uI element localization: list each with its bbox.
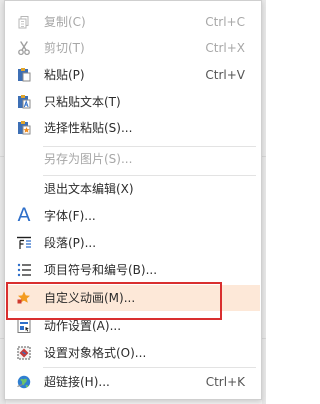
clipboard-paste-icon [16, 67, 32, 83]
menu-item-label: 另存为图片(S)... [44, 152, 133, 166]
menu-item-font[interactable]: A 字体(F)... [6, 203, 260, 229]
scissors-icon [16, 40, 32, 56]
format-object-icon [16, 345, 32, 361]
menu-item-label: 设置对象格式(O)... [44, 346, 147, 360]
menu-item-format-object[interactable]: 设置对象格式(O)... [6, 340, 260, 366]
hyperlink-globe-icon [16, 374, 32, 390]
menu-item-shortcut: Ctrl+X [205, 41, 245, 55]
menu-item-label: 字体(F)... [44, 209, 96, 223]
menu-item-custom-animation[interactable]: 自定义动画(M)... [6, 285, 260, 311]
menu-item-label: 退出文本编辑(X) [44, 182, 134, 196]
menu-item-label: 选择性粘贴(S)... [44, 121, 133, 135]
context-menu: 复制(C) Ctrl+C 剪切(T) Ctrl+X 粘贴(P) Ctrl+V 只… [4, 0, 262, 400]
menu-item-shortcut: Ctrl+V [205, 68, 245, 82]
paste-special-icon [16, 120, 32, 136]
menu-item-save-as-picture[interactable]: 另存为图片(S)... [6, 146, 260, 172]
menu-item-paste-special[interactable]: 选择性粘贴(S)... [6, 115, 260, 141]
paste-text-icon [16, 94, 32, 110]
menu-item-label: 动作设置(A)... [44, 319, 122, 333]
copy-icon [16, 14, 32, 30]
menu-item-label: 超链接(H)... [44, 375, 110, 389]
paragraph-icon [16, 235, 32, 251]
menu-item-label: 项目符号和编号(B)... [44, 263, 158, 277]
menu-item-label: 粘贴(P) [44, 68, 85, 82]
menu-item-bullets-numbering[interactable]: 项目符号和编号(B)... [6, 257, 260, 283]
menu-item-paragraph[interactable]: 段落(P)... [6, 230, 260, 256]
screenshot-stage: 复制(C) Ctrl+C 剪切(T) Ctrl+X 粘贴(P) Ctrl+V 只… [0, 0, 266, 404]
menu-item-label: 段落(P)... [44, 236, 97, 250]
menu-item-cut[interactable]: 剪切(T) Ctrl+X [6, 35, 260, 61]
menu-item-copy[interactable]: 复制(C) Ctrl+C [6, 9, 260, 35]
menu-item-exit-text-edit[interactable]: 退出文本编辑(X) [6, 176, 260, 202]
menu-item-paste[interactable]: 粘贴(P) Ctrl+V [6, 62, 260, 88]
menu-separator [43, 367, 256, 368]
menu-item-action-settings[interactable]: 动作设置(A)... [6, 313, 260, 339]
star-animation-icon [16, 290, 32, 306]
menu-item-paste-text-only[interactable]: 只粘贴文本(T) [6, 89, 260, 115]
menu-item-hyperlink[interactable]: 超链接(H)... Ctrl+K [6, 369, 260, 395]
menu-item-label: 复制(C) [44, 15, 86, 29]
menu-item-label: 只粘贴文本(T) [44, 95, 121, 109]
background-right-edge [262, 0, 266, 404]
menu-item-label: 剪切(T) [44, 41, 85, 55]
menu-item-shortcut: Ctrl+K [205, 375, 245, 389]
bullet-list-icon [16, 262, 32, 278]
menu-item-shortcut: Ctrl+C [205, 15, 245, 29]
menu-item-label: 自定义动画(M)... [44, 291, 136, 305]
action-settings-icon [16, 318, 32, 334]
font-a-icon: A [17, 204, 31, 226]
